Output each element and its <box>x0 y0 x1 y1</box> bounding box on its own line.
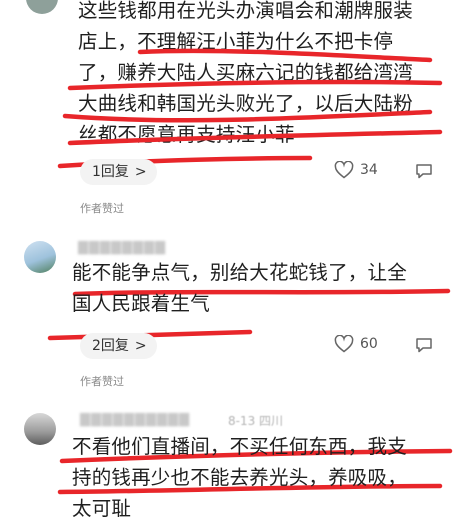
reply-label: 1回复 <box>92 164 129 180</box>
comment-line: 持的钱再少也不能去养光头，养吸吸， <box>72 466 407 489</box>
reply-button[interactable]: 2回复 > <box>80 333 157 359</box>
heart-icon <box>334 161 354 179</box>
reply-button[interactable]: 1回复 > <box>80 159 157 185</box>
comment-line: 丝都不愿意再支持汪小菲 <box>78 123 295 146</box>
comment-icon <box>416 338 432 353</box>
comment-line: 大曲线和韩国光头败光了，以后大陆粉 <box>78 92 413 115</box>
like-count: 34 <box>360 162 378 178</box>
comment-icon <box>416 164 432 179</box>
like-button[interactable]: 34 <box>334 161 378 179</box>
like-button[interactable]: 60 <box>334 335 378 353</box>
avatar[interactable] <box>24 241 56 273</box>
comment-line: 店上，不理解汪小菲为什么不把卡停 <box>78 30 394 53</box>
comment-line: 了，赚养大陆人买麻六记的钱都给湾湾 <box>78 61 413 84</box>
comment-line: 不看他们直播间，不买任何东西，我支 <box>72 435 407 458</box>
username-blurred: ▇▇▇▇▇▇▇▇▇▇ <box>80 412 190 427</box>
comment-line: 能不能争点气，别给大花蛇钱了，让全 <box>72 261 407 284</box>
chevron-right-icon: > <box>134 338 147 354</box>
heart-icon <box>334 335 354 353</box>
reply-label: 2回复 <box>92 338 129 354</box>
comment-2-text: 能不能争点气，别给大花蛇钱了，让全 国人民跟着生气 <box>72 257 407 319</box>
avatar[interactable] <box>24 413 56 445</box>
comment-3-text: 不看他们直播间，不买任何东西，我支 持的钱再少也不能去养光头，养吸吸， 太可耻 <box>72 431 407 524</box>
chevron-right-icon: > <box>134 164 147 180</box>
avatar[interactable] <box>26 0 58 14</box>
comment-line: 太可耻 <box>72 497 132 520</box>
comment-1-text: 这些钱都用在光头办演唱会和潮牌服装 店上，不理解汪小菲为什么不把卡停 了，赚养大… <box>78 0 413 150</box>
author-liked-label: 作者赞过 <box>80 375 124 388</box>
comment-line: 这些钱都用在光头办演唱会和潮牌服装 <box>78 0 413 22</box>
comment-meta: 8-13 四川 <box>228 414 284 428</box>
comment-button[interactable] <box>414 161 434 181</box>
author-liked-label: 作者赞过 <box>80 202 124 215</box>
comment-line: 国人民跟着生气 <box>72 292 210 315</box>
comment-button[interactable] <box>414 335 434 355</box>
username-blurred: ▇▇▇▇▇▇▇▇ <box>78 240 166 255</box>
like-count: 60 <box>360 336 378 352</box>
